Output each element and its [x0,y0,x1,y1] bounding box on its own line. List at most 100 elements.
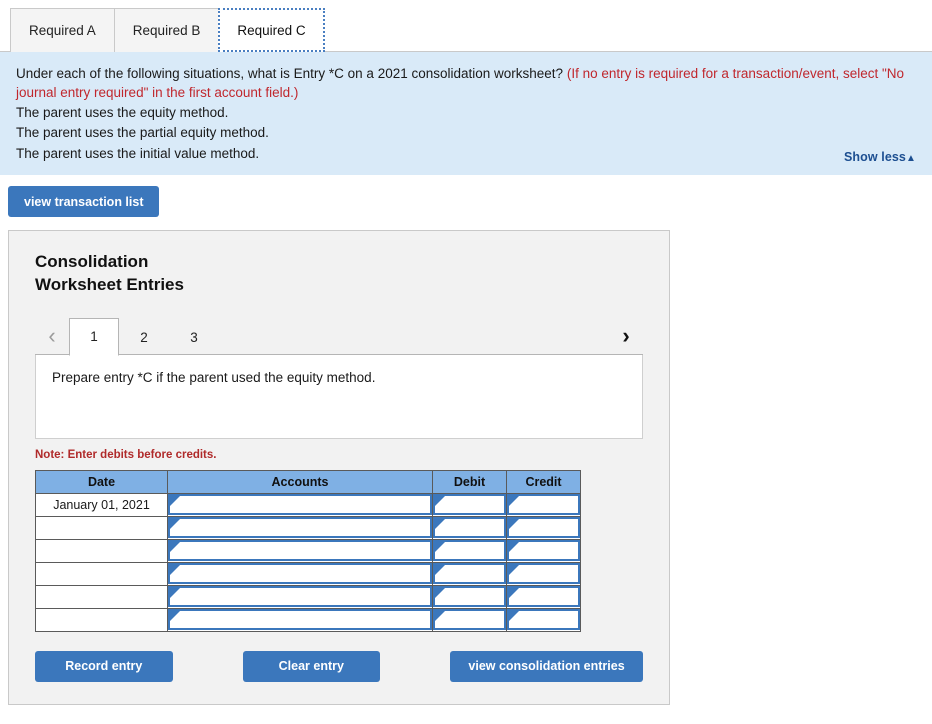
instruction-situation-3: The parent uses the initial value method… [16,145,260,161]
entry-action-bar: Record entry Clear entry view consolidat… [35,650,643,682]
caret-up-icon: ▲ [906,153,916,165]
debit-cell[interactable] [432,584,507,609]
pager-tab-3[interactable]: 3 [169,318,219,356]
dropdown-marker-icon [170,611,180,622]
dropdown-marker-icon [509,565,519,576]
tab-required-b-label: Required B [132,23,201,38]
column-header-date: Date [35,469,168,494]
table-row [35,561,581,586]
dropdown-marker-icon [509,496,519,507]
dropdown-marker-icon [509,519,519,530]
accounts-cell[interactable] [167,561,433,586]
clear-entry-button[interactable]: Clear entry [242,650,381,682]
accounts-cell[interactable] [167,607,433,632]
tab-required-a-label: Required A [29,23,96,38]
debit-cell[interactable] [432,515,507,540]
instruction-situation-2: The parent uses the partial equity metho… [16,125,269,141]
pager-tab-1[interactable]: 1 [69,317,119,356]
dropdown-marker-icon [435,611,445,622]
credit-cell[interactable] [506,538,581,563]
credit-input[interactable] [507,586,580,608]
dropdown-marker-icon [509,588,519,599]
credit-input[interactable] [507,540,580,562]
instructions-panel: Under each of the following situations, … [0,52,932,175]
accounts-select[interactable] [168,609,432,631]
debit-input[interactable] [433,517,506,539]
credit-cell[interactable] [506,561,581,586]
dropdown-marker-icon [170,496,180,507]
dropdown-marker-icon [435,565,445,576]
chevron-right-icon[interactable]: › [609,317,643,355]
credit-input[interactable] [507,563,580,585]
dropdown-marker-icon [170,542,180,553]
dropdown-marker-icon [170,565,180,576]
table-row [35,515,581,540]
dropdown-marker-icon [509,611,519,622]
dropdown-marker-icon [435,496,445,507]
accounts-cell[interactable] [167,515,433,540]
table-row [35,538,581,563]
dropdown-marker-icon [170,519,180,530]
debits-before-credits-note: Note: Enter debits before credits. [35,448,217,461]
debit-cell[interactable] [432,561,507,586]
accounts-select[interactable] [168,563,432,585]
date-cell[interactable] [35,515,168,540]
chevron-left-icon[interactable]: ‹ [35,317,69,355]
tab-required-b[interactable]: Required B [113,8,220,52]
table-row [35,607,581,632]
debit-input[interactable] [433,540,506,562]
debit-cell[interactable] [432,492,507,517]
date-cell[interactable] [35,584,168,609]
credit-cell[interactable] [506,492,581,517]
date-cell[interactable]: January 01, 2021 [35,492,168,517]
table-row [35,584,581,609]
credit-cell[interactable] [506,584,581,609]
journal-entry-table: Date Accounts Debit Credit January 01, 2… [35,469,581,632]
page-title: Consolidation Worksheet Entries [35,251,643,297]
view-transaction-list-button[interactable]: view transaction list [8,186,160,217]
accounts-cell[interactable] [167,584,433,609]
tab-required-a[interactable]: Required A [10,8,115,52]
table-row: January 01, 2021 [35,492,581,517]
accounts-cell[interactable] [167,492,433,517]
entry-pager: ‹ 1 2 3 › [35,315,643,356]
date-cell[interactable] [35,561,168,586]
date-cell[interactable] [35,607,168,632]
view-consolidation-entries-button[interactable]: view consolidation entries [450,650,643,682]
debit-input[interactable] [433,609,506,631]
date-cell[interactable] [35,538,168,563]
dropdown-marker-icon [509,542,519,553]
dropdown-marker-icon [435,542,445,553]
accounts-select[interactable] [168,494,432,516]
accounts-select[interactable] [168,586,432,608]
accounts-cell[interactable] [167,538,433,563]
credit-cell[interactable] [506,607,581,632]
instruction-question-lead: Under each of the following situations, … [16,66,564,81]
debit-input[interactable] [433,586,506,608]
entry-prompt-box: Prepare entry *C if the parent used the … [35,354,643,439]
debit-cell[interactable] [432,607,507,632]
required-tabs: Required A Required B Required C [0,0,932,52]
credit-input[interactable] [507,494,580,516]
credit-cell[interactable] [506,515,581,540]
tab-required-c[interactable]: Required C [218,8,325,52]
table-header-row: Date Accounts Debit Credit [35,469,581,494]
record-entry-button[interactable]: Record entry [35,650,173,682]
tab-required-c-label: Required C [237,22,306,38]
show-less-link[interactable]: Show less▲ [844,149,916,167]
instruction-question: Under each of the following situations, … [16,64,916,102]
dropdown-marker-icon [435,519,445,530]
column-header-accounts: Accounts [167,469,433,494]
credit-input[interactable] [507,517,580,539]
pager-tab-2[interactable]: 2 [119,318,169,356]
credit-input[interactable] [507,609,580,631]
page-title-line-1: Consolidation [35,252,149,271]
debit-input[interactable] [433,563,506,585]
instruction-situation-1: The parent uses the equity method. [16,105,229,121]
show-less-label: Show less [843,150,906,165]
column-header-debit: Debit [432,469,507,494]
debit-input[interactable] [433,494,506,516]
accounts-select[interactable] [168,517,432,539]
accounts-select[interactable] [168,540,432,562]
debit-cell[interactable] [432,538,507,563]
